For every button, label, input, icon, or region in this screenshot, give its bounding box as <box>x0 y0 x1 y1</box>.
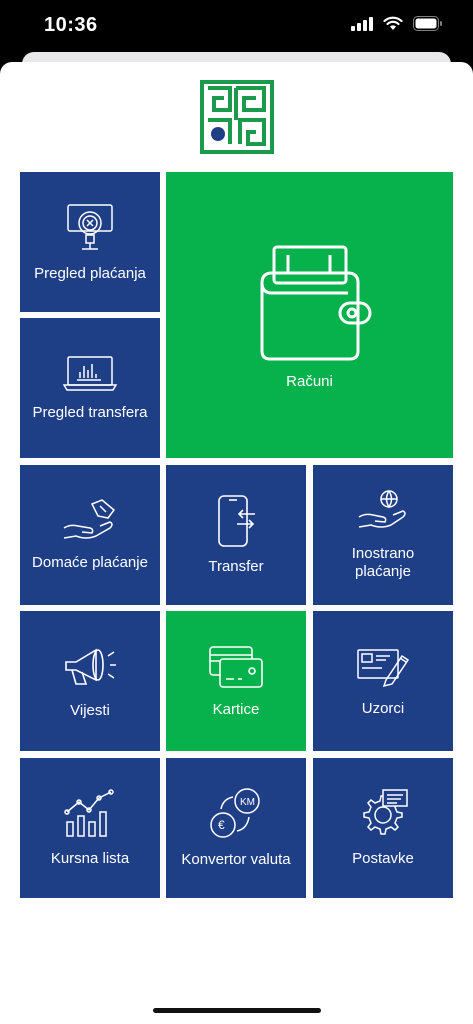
tile-news[interactable]: Vijesti <box>20 611 160 751</box>
tile-payment-review[interactable]: Pregled plaćanja <box>20 172 160 312</box>
tile-settings[interactable]: Postavke <box>313 758 453 898</box>
tile-label: Transfer <box>208 558 264 575</box>
tile-label: Kartice <box>212 701 260 718</box>
tile-label: Pregled transfera <box>32 404 148 421</box>
status-bar: 10:36 <box>0 0 473 56</box>
tile-accounts[interactable]: Računi <box>166 172 453 458</box>
main-sheet: Pregled plaćanja Računi Pregled transfer… <box>0 62 473 1024</box>
tile-exchange-rates[interactable]: Kursna lista <box>20 758 160 898</box>
wifi-icon <box>383 16 403 30</box>
tile-cards[interactable]: Kartice <box>166 611 306 751</box>
sample-document-icon <box>357 649 410 688</box>
tile-label: Inostrano plaćanje <box>351 545 415 580</box>
tile-domestic-payment[interactable]: Domaće plaćanje <box>20 465 160 605</box>
transfer-review-icon <box>63 356 117 391</box>
tile-currency-converter[interactable]: KM € Konvertor valuta <box>166 758 306 898</box>
svg-text:KM: KM <box>240 797 255 808</box>
tile-samples[interactable]: Uzorci <box>313 611 453 751</box>
tile-label: Pregled plaćanja <box>34 265 146 282</box>
tile-label: Računi <box>286 373 333 390</box>
exchange-chart-icon <box>64 789 114 837</box>
signal-icon <box>351 16 373 31</box>
tile-label: Postavke <box>352 850 414 867</box>
phone-transfer-icon <box>218 495 255 547</box>
tile-transfer[interactable]: Transfer <box>166 465 306 605</box>
home-indicator[interactable] <box>153 1008 321 1013</box>
megaphone-icon <box>65 648 116 685</box>
tile-foreign-payment[interactable]: Inostrano plaćanje <box>313 465 453 605</box>
tile-label: Kursna lista <box>50 850 130 867</box>
tile-label: Vijesti <box>70 702 110 719</box>
status-time: 10:36 <box>44 14 98 36</box>
bank-logo <box>200 80 274 154</box>
tile-transfer-review[interactable]: Pregled transfera <box>20 318 160 458</box>
settings-gear-icon <box>363 789 408 835</box>
domestic-payment-icon <box>63 499 116 539</box>
wallet-icon <box>260 245 371 361</box>
svg-text:€: € <box>218 818 225 832</box>
battery-icon <box>413 16 442 31</box>
foreign-payment-icon <box>358 490 406 528</box>
tile-label: Konvertor valuta <box>181 851 291 868</box>
tile-label: Uzorci <box>361 700 405 717</box>
currency-converter-icon: KM € <box>210 788 260 838</box>
tile-label: Domaće plaćanje <box>32 554 148 571</box>
cards-icon <box>209 646 263 688</box>
payment-review-icon <box>67 204 113 250</box>
